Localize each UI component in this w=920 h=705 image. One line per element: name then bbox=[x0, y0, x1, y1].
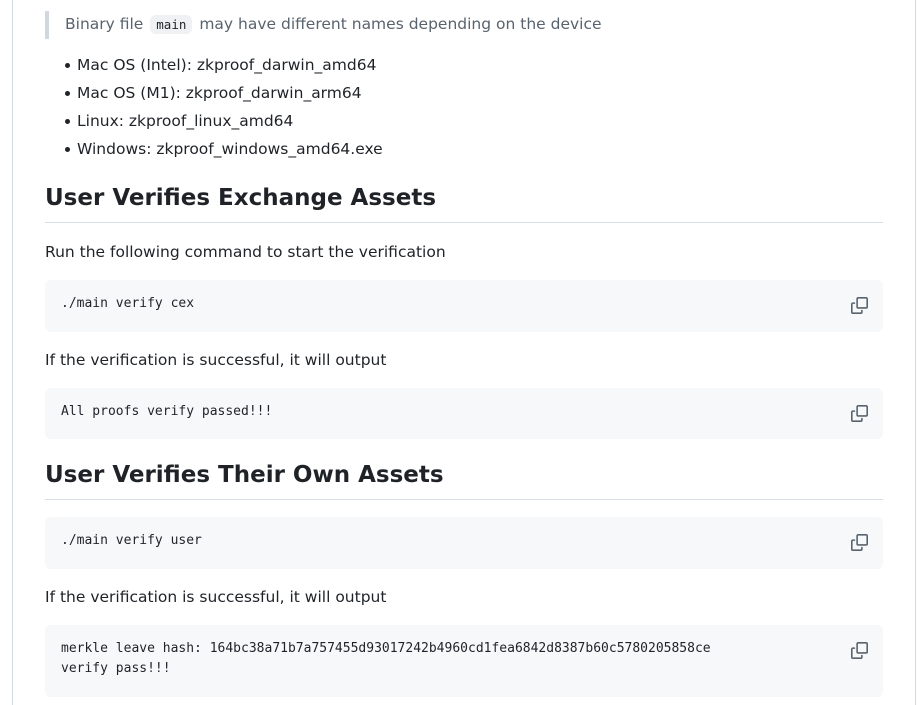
paragraph-success-output: If the verification is successful, it wi… bbox=[45, 351, 387, 369]
code-block-verify-cex: ./main verify cex bbox=[45, 280, 883, 332]
code-line: ./main verify user bbox=[61, 533, 202, 548]
code-block-proofs-passed: All proofs verify passed!!! bbox=[45, 388, 883, 439]
code-line: ./main verify cex bbox=[61, 296, 195, 311]
list-item: Mac OS (Intel): zkproof_darwin_amd64 bbox=[45, 51, 383, 79]
heading-own-assets: User Verifies Their Own Assets bbox=[45, 459, 883, 500]
code-line: merkle leave hash: 164bc38a71b7a757455d9… bbox=[61, 641, 711, 656]
copy-icon bbox=[850, 404, 868, 422]
copy-button[interactable] bbox=[845, 292, 873, 318]
code-line: All proofs verify passed!!! bbox=[61, 404, 273, 419]
list-item: Windows: zkproof_windows_amd64.exe bbox=[45, 135, 383, 163]
device-binary-list: Mac OS (Intel): zkproof_darwin_amd64 Mac… bbox=[45, 51, 383, 163]
code-block-verify-user: ./main verify user bbox=[45, 517, 883, 569]
copy-button[interactable] bbox=[845, 529, 873, 555]
code-block-verify-pass: merkle leave hash: 164bc38a71b7a757455d9… bbox=[45, 625, 883, 697]
list-item: Mac OS (M1): zkproof_darwin_arm64 bbox=[45, 79, 383, 107]
heading-exchange-assets: User Verifies Exchange Assets bbox=[45, 182, 883, 223]
list-item: Linux: zkproof_linux_amd64 bbox=[45, 107, 383, 135]
note-prefix: Binary file bbox=[65, 15, 144, 33]
inline-code-main: main bbox=[150, 15, 193, 34]
paragraph-success-output: If the verification is successful, it wi… bbox=[45, 588, 387, 606]
copy-button[interactable] bbox=[845, 637, 873, 663]
copy-icon bbox=[850, 641, 868, 659]
markdown-page: Binary file main may have different name… bbox=[12, 0, 916, 705]
paragraph-run-command: Run the following command to start the v… bbox=[45, 243, 446, 261]
copy-icon bbox=[850, 533, 868, 551]
blockquote-note: Binary file main may have different name… bbox=[45, 11, 845, 39]
note-suffix: may have different names depending on th… bbox=[199, 15, 602, 33]
code-line: verify pass!!! bbox=[61, 661, 171, 676]
copy-icon bbox=[850, 296, 868, 314]
copy-button[interactable] bbox=[845, 400, 873, 426]
